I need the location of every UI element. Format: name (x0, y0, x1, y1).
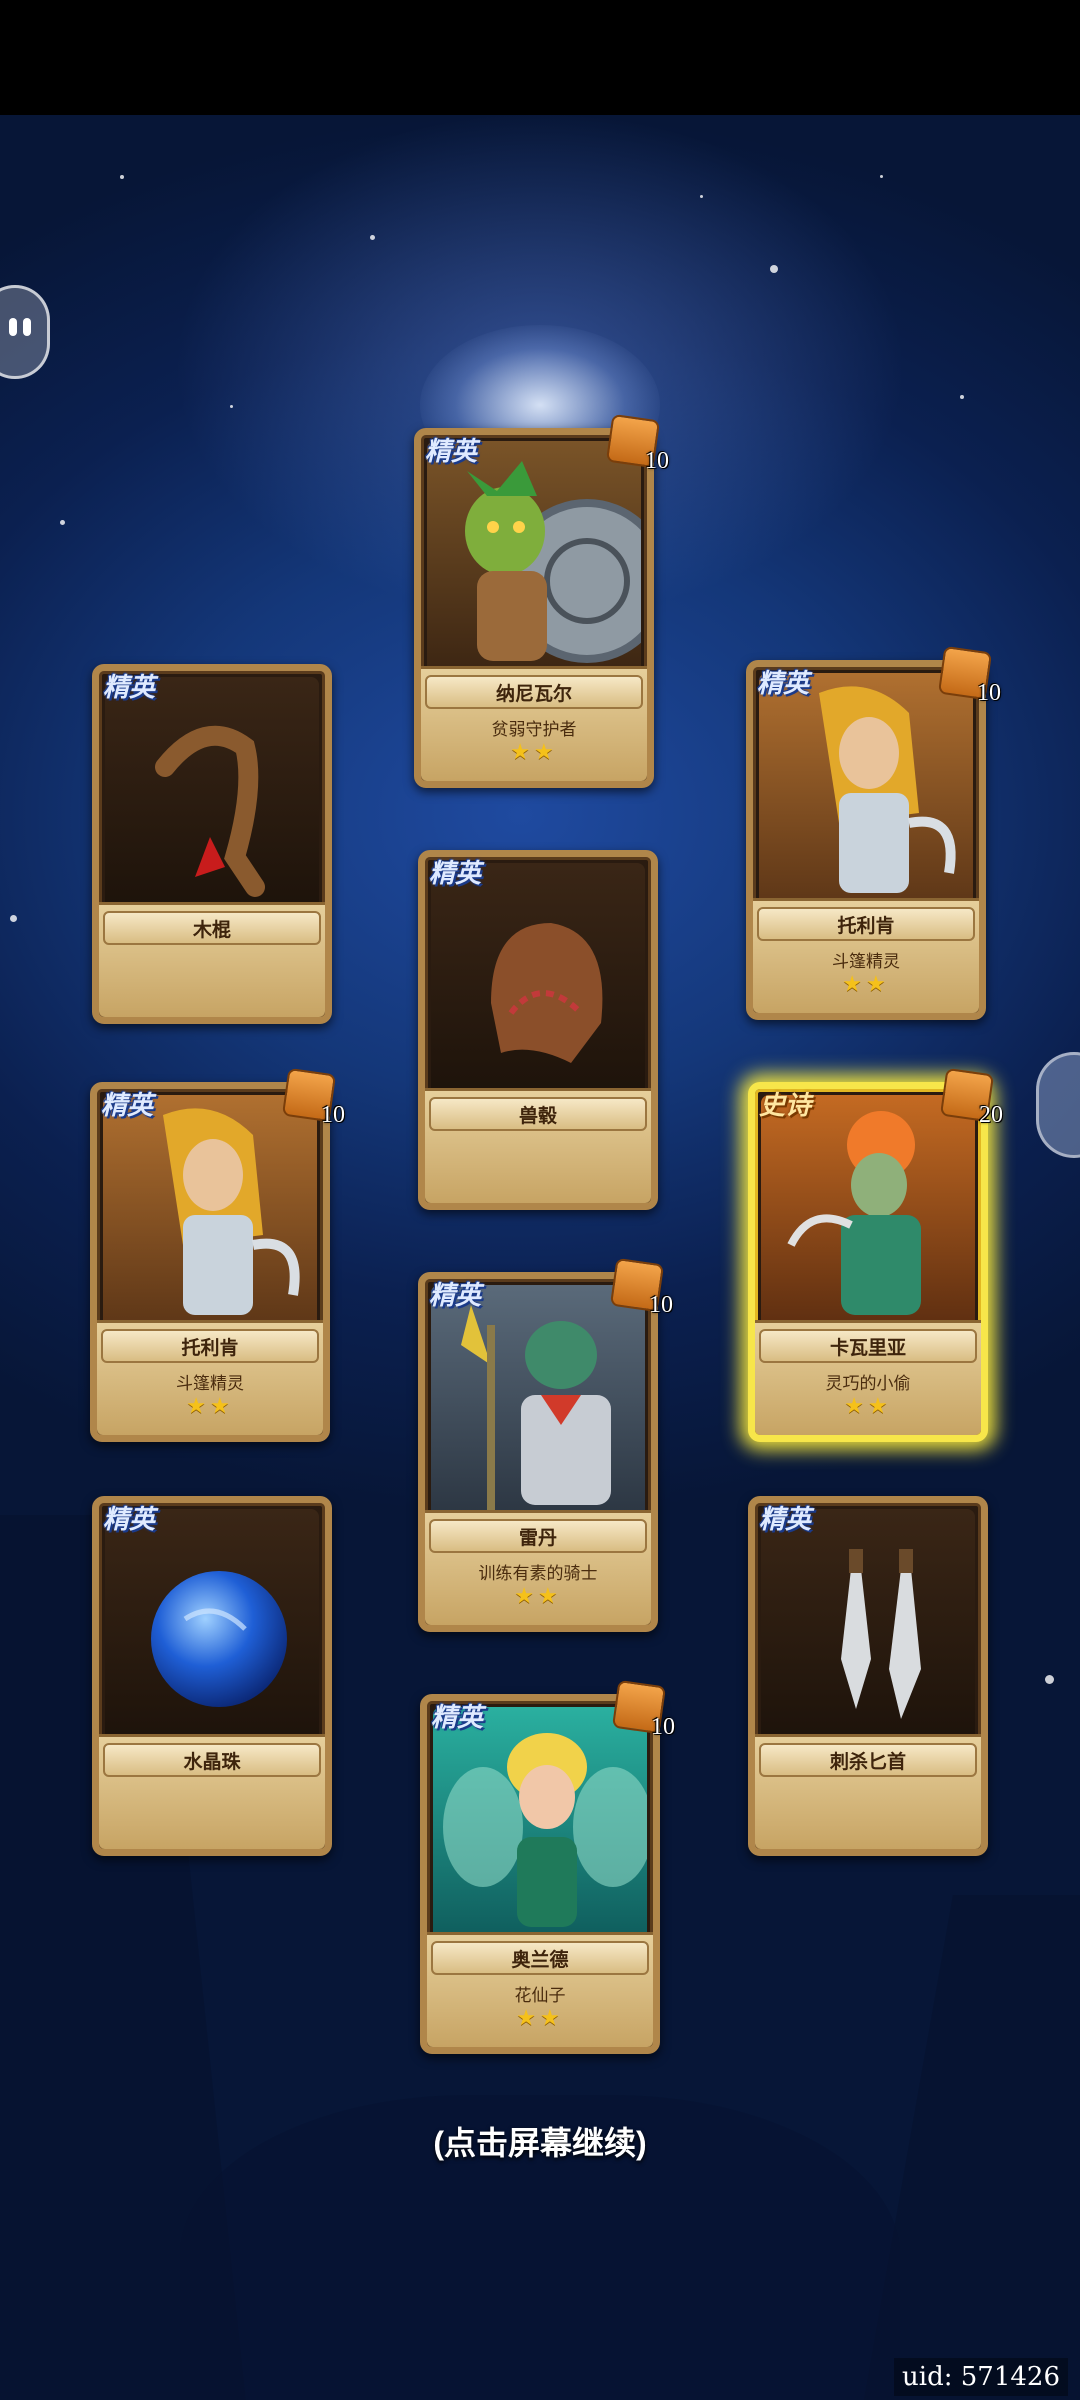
goblin-shield-hero-icon (427, 441, 641, 681)
dragon-knight-hero-icon (431, 1285, 645, 1525)
sky-star (370, 235, 375, 240)
card-nameplate: 奥兰德 花仙子 ★★ (427, 1932, 653, 2047)
sky-star (60, 520, 65, 525)
shard-count: 10 (977, 680, 1001, 706)
cloaked-elf-hero-icon (759, 673, 973, 913)
crystal-orb-icon (105, 1509, 319, 1749)
star-rating: ★★ (186, 1393, 234, 1418)
sky-star (230, 405, 233, 408)
shard-count-badge: 10 (611, 1679, 675, 1740)
card-subtitle: 训练有素的骑士 (478, 1564, 598, 1583)
reward-card[interactable]: 精英 刺杀匕首 (748, 1496, 988, 1856)
card-nameplate: 纳尼瓦尔 贫弱守护者 ★★ (421, 666, 647, 781)
rarity-label: 精英 (425, 436, 478, 466)
shard-count-badge: 20 (939, 1067, 1003, 1128)
card-name: 托利肯 (757, 907, 975, 941)
reward-card[interactable]: 精英 木棍 (92, 664, 332, 1024)
rarity-label: 精英 (429, 858, 482, 888)
star-rating: ★★ (516, 2005, 564, 2030)
star-rating: ★★ (510, 739, 558, 764)
rarity-label: 精英 (103, 672, 156, 702)
rarity-label: 精英 (101, 1090, 154, 1120)
thief-hero-icon (761, 1095, 975, 1335)
shard-count-badge: 10 (937, 645, 1001, 706)
tap-to-continue-hint[interactable]: (点击屏幕继续) (0, 2118, 1080, 2164)
card-name: 水晶珠 (103, 1743, 321, 1777)
sky-star (700, 195, 703, 198)
bubble-dot-icon (23, 318, 31, 336)
sky-star (10, 915, 17, 922)
rarity-label: 精英 (431, 1702, 484, 1732)
wooden-stick-icon (105, 677, 319, 917)
card-nameplate: 木棍 (99, 902, 325, 1017)
twin-daggers-icon (761, 1509, 975, 1749)
card-nameplate: 水晶珠 (99, 1734, 325, 1849)
card-nameplate: 雷丹 训练有素的骑士 ★★ (425, 1510, 651, 1625)
star-rating: ★★ (842, 971, 890, 996)
rarity-label: 精英 (759, 1504, 812, 1534)
card-nameplate: 托利肯 斗篷精灵 ★★ (753, 898, 979, 1013)
card-subtitle: 斗篷精灵 (832, 952, 900, 971)
card-subtitle: 花仙子 (514, 1986, 566, 2005)
shard-count: 10 (645, 448, 669, 474)
shard-count: 10 (649, 1292, 673, 1318)
card-name: 雷丹 (429, 1519, 647, 1553)
sky-star (1045, 1675, 1054, 1684)
side-panel-button[interactable] (1036, 1052, 1080, 1158)
card-name: 奥兰德 (431, 1941, 649, 1975)
card-subtitle: 灵巧的小偷 (825, 1374, 911, 1393)
uid-label: uid: 571426 (894, 2358, 1068, 2396)
sky-star (770, 265, 778, 273)
card-name: 托利肯 (101, 1329, 319, 1363)
shard-count-badge: 10 (605, 413, 669, 474)
reward-card[interactable]: 精英 兽毂 (418, 850, 658, 1210)
rarity-label: 精英 (429, 1280, 482, 1310)
card-nameplate: 卡瓦里亚 灵巧的小偷 ★★ (755, 1320, 981, 1435)
reward-card[interactable]: 史诗 20 卡瓦里亚 灵巧的小偷 ★★ (748, 1067, 1003, 1442)
reward-card[interactable]: 精英 10 雷丹 训练有素的骑士 ★★ (418, 1257, 673, 1632)
card-nameplate: 托利肯 斗篷精灵 ★★ (97, 1320, 323, 1435)
card-name: 纳尼瓦尔 (425, 675, 643, 709)
status-bar-area (0, 0, 1080, 115)
star-rating: ★★ (514, 1583, 562, 1608)
shard-count: 10 (321, 1102, 345, 1128)
shard-count-badge: 10 (281, 1067, 345, 1128)
shard-count: 10 (651, 1714, 675, 1740)
bubble-dot-icon (9, 318, 17, 336)
sky-star (880, 175, 883, 178)
card-nameplate: 兽毂 (425, 1088, 651, 1203)
rarity-label: 精英 (103, 1504, 156, 1534)
leather-hood-icon (431, 863, 645, 1103)
rarity-label: 精英 (757, 668, 810, 698)
card-name: 木棍 (103, 911, 321, 945)
flower-fairy-hero-icon (433, 1707, 647, 1947)
reward-card[interactable]: 精英 10 纳尼瓦尔 贫弱守护者 ★★ (414, 413, 669, 788)
card-name: 卡瓦里亚 (759, 1329, 977, 1363)
reward-card[interactable]: 精英 10 奥兰德 花仙子 ★★ (420, 1679, 675, 2054)
card-name: 兽毂 (429, 1097, 647, 1131)
shard-count: 20 (979, 1102, 1003, 1128)
rarity-label: 史诗 (759, 1090, 812, 1120)
star-rating: ★★ (844, 1393, 892, 1418)
sky-star (960, 395, 964, 399)
sky-star (120, 175, 124, 179)
card-subtitle: 贫弱守护者 (491, 720, 577, 739)
shard-count-badge: 10 (609, 1257, 673, 1318)
reward-card[interactable]: 精英 水晶珠 (92, 1496, 332, 1856)
card-subtitle: 斗篷精灵 (176, 1374, 244, 1393)
chat-bubble-button[interactable] (0, 285, 50, 379)
cloaked-elf-hero-icon (103, 1095, 317, 1335)
reward-card[interactable]: 精英 10 托利肯 斗篷精灵 ★★ (746, 645, 1001, 1020)
card-nameplate: 刺杀匕首 (755, 1734, 981, 1849)
reward-card[interactable]: 精英 10 托利肯 斗篷精灵 ★★ (90, 1067, 345, 1442)
card-name: 刺杀匕首 (759, 1743, 977, 1777)
